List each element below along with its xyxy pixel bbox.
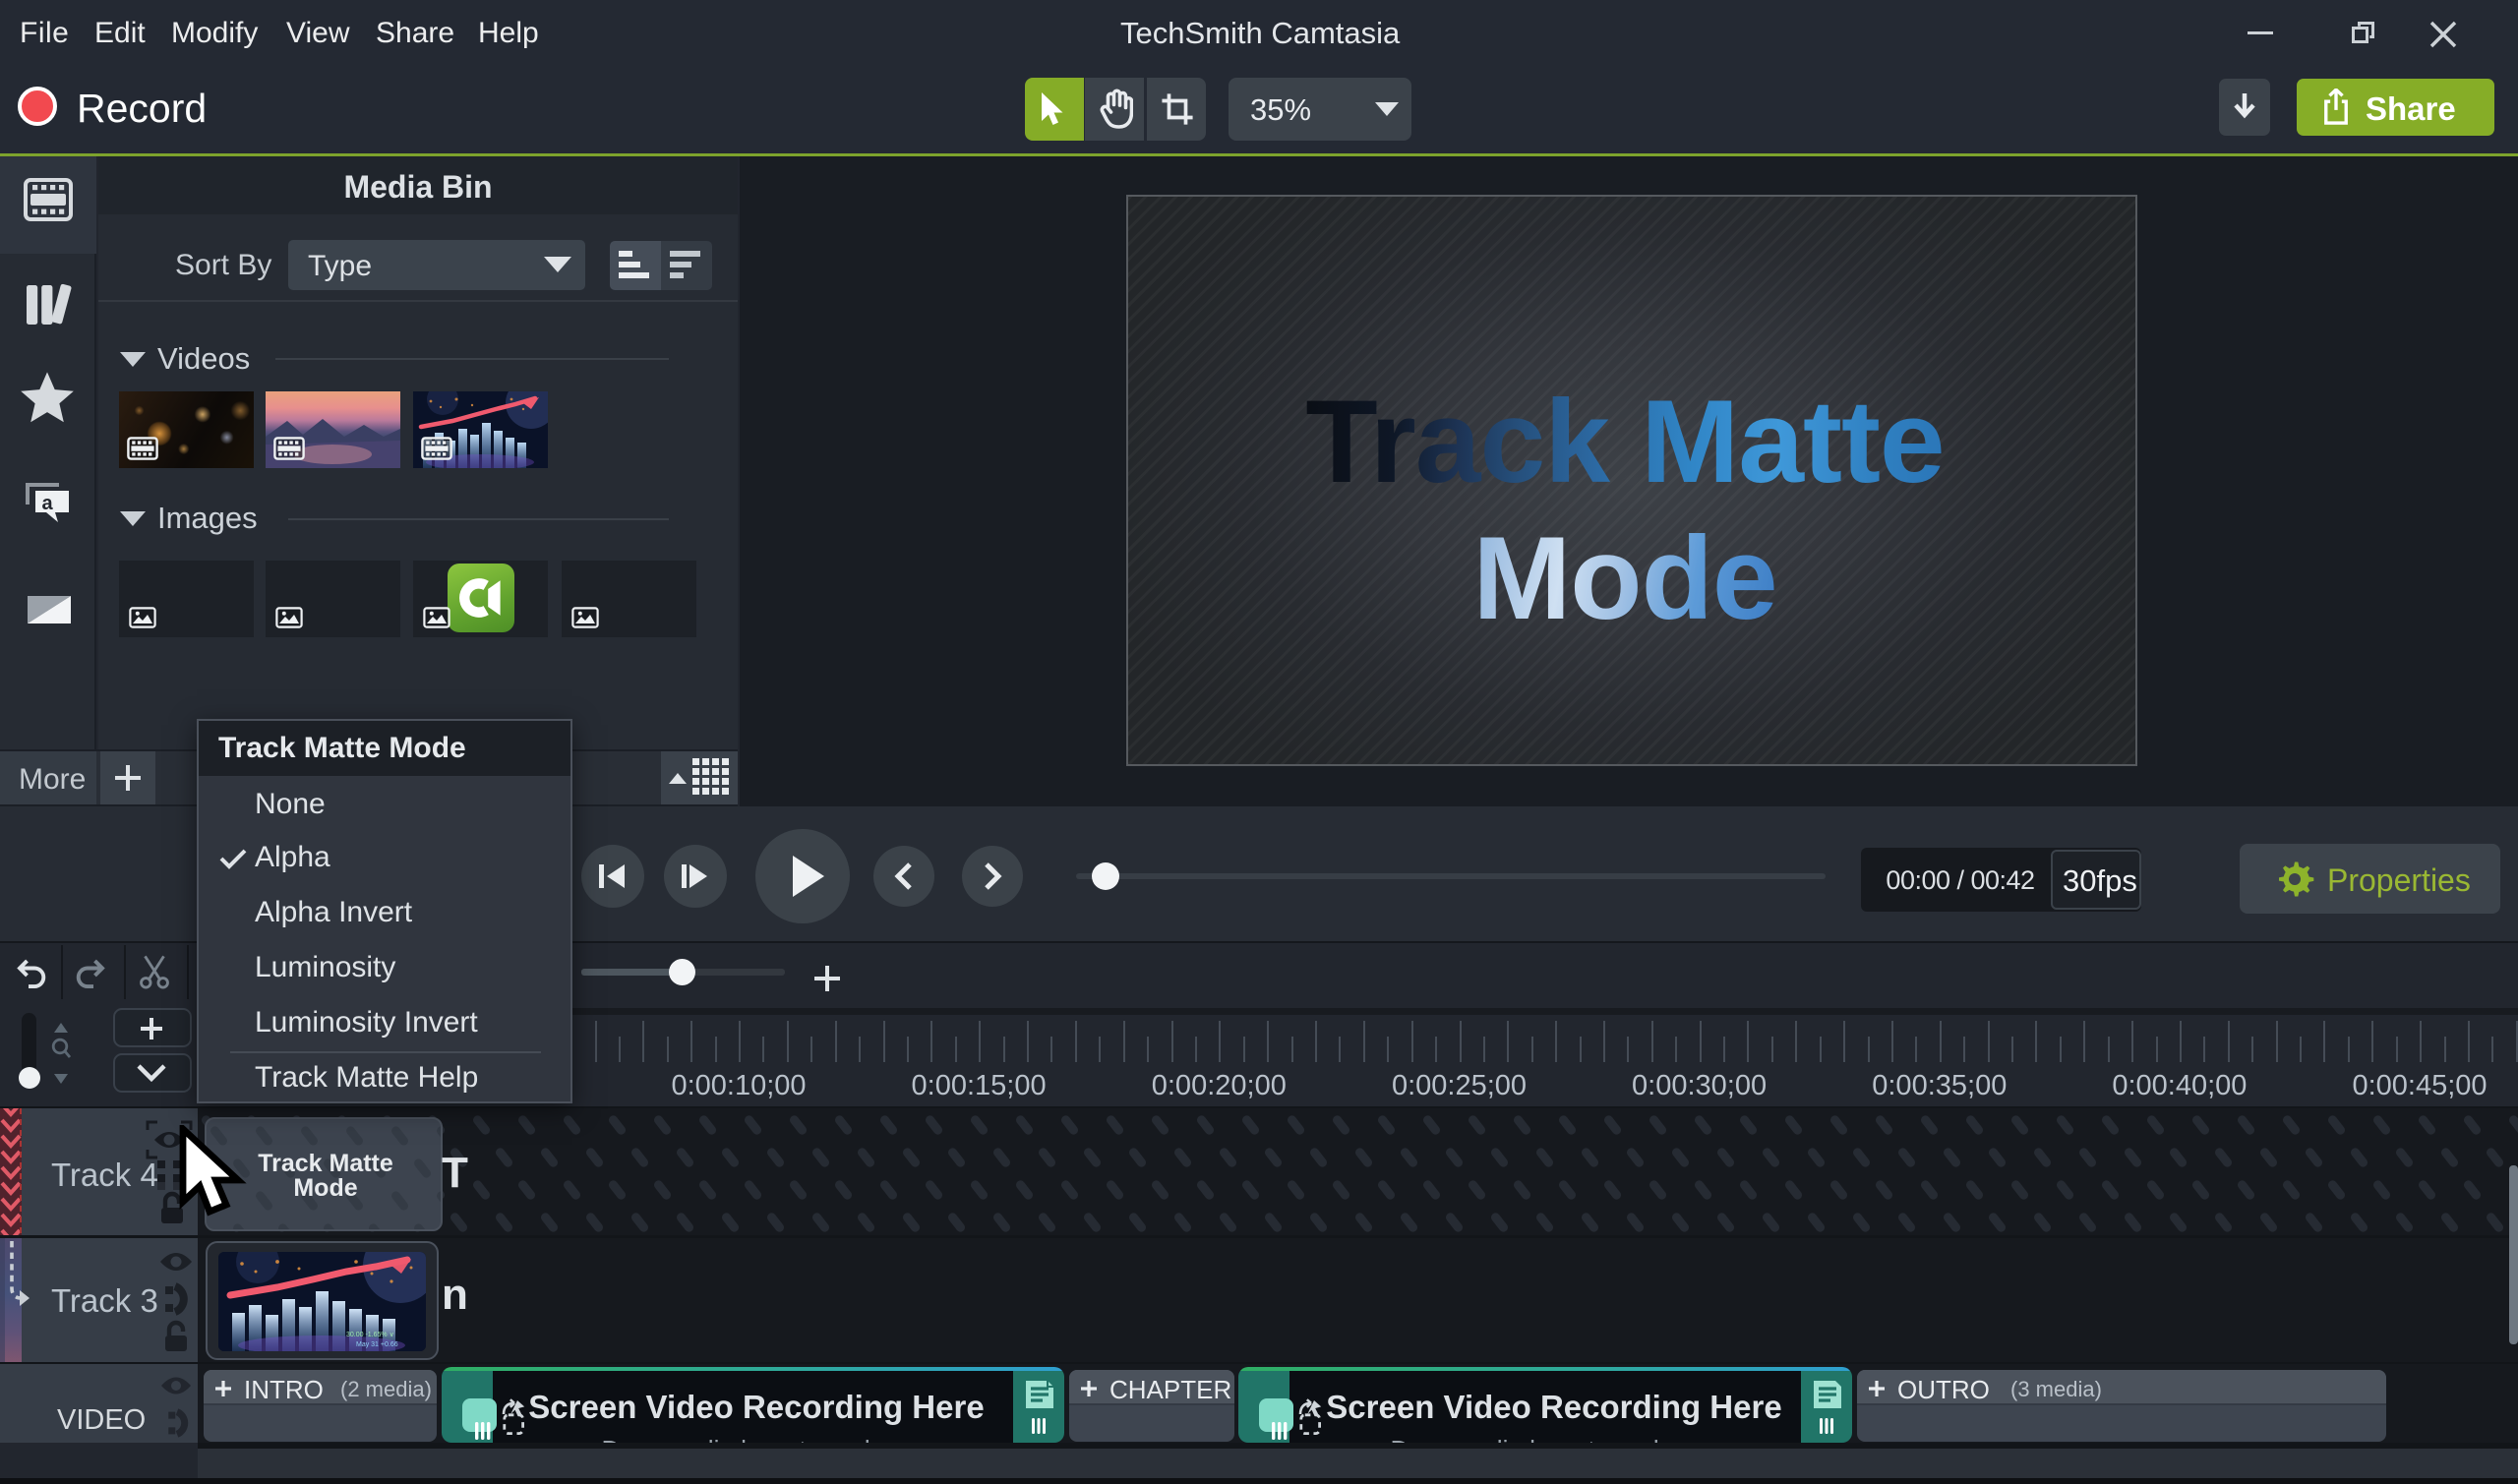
- svg-text:a: a: [41, 493, 53, 514]
- svg-text:May 31 +0.66: May 31 +0.66: [356, 1341, 398, 1348]
- svg-text:30.00 -1.65% ∨: 30.00 -1.65% ∨: [346, 1332, 394, 1338]
